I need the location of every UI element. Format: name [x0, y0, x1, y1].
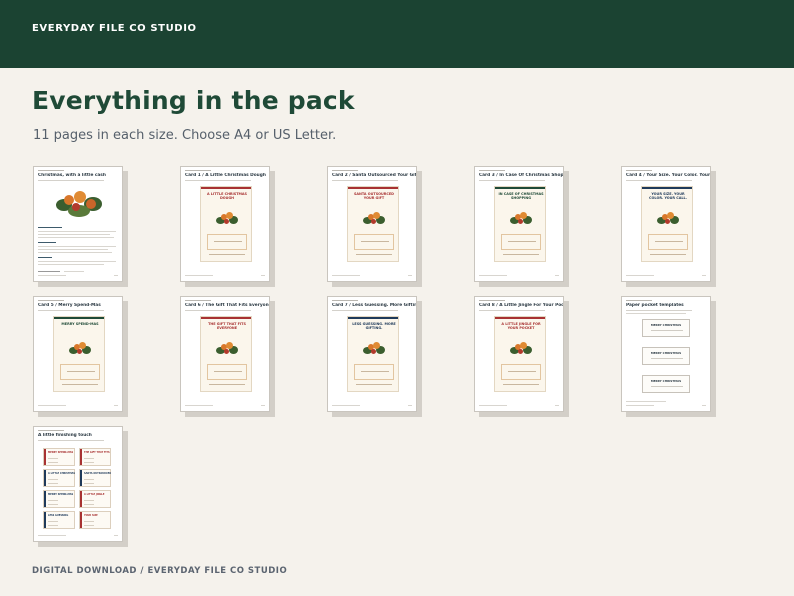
card-preview: SANTA OUTSOURCED YOUR GIFT — [347, 186, 399, 262]
card-preview: YOUR SIZE. YOUR COLOR. YOUR CALL. — [641, 186, 693, 262]
gift-tag: THE GIFT THAT FITS — [79, 448, 111, 466]
gift-tag: YOUR SIZE — [79, 511, 111, 529]
page-subtitle: 11 pages in each size. Choose A4 or US L… — [33, 128, 337, 143]
wreath-illustration — [510, 341, 532, 357]
page-thumbnail-title: Card 8 / A Little Jingle For Your Pocket — [479, 303, 563, 308]
gift-tag: A LITTLE CHRISTMAS DOUGH — [43, 469, 75, 487]
card-message: IN CASE OF CHRISTMAS SHOPPING — [498, 192, 544, 201]
card-preview: IN CASE OF CHRISTMAS SHOPPING — [494, 186, 546, 262]
card-message: A LITTLE CHRISTMAS DOUGH — [207, 192, 247, 201]
pocket-label: MERRY CHRISTMAS — [650, 323, 682, 327]
wreath-illustration — [363, 341, 385, 357]
gift-tag-label: MERRY SPEND-MAS — [48, 493, 74, 496]
card-message: SANTA OUTSOURCED YOUR GIFT — [353, 192, 394, 201]
pocket-label: MERRY CHRISTMAS — [650, 351, 682, 355]
page-thumbnail-card-5: Card 5 / Merry Spend-Mas MERRY SPEND-MAS — [33, 296, 123, 412]
gift-tag-label: A LITTLE JINGLE — [84, 493, 105, 496]
page-thumbnail-title: Paper pocket templates — [626, 303, 684, 308]
gift-tag: A LITTLE JINGLE — [79, 490, 111, 508]
page-thumbnail-title: Card 3 / In Case Of Christmas Shopping — [479, 173, 563, 178]
page-thumbnail-card-3: Card 3 / In Case Of Christmas Shopping I… — [474, 166, 564, 282]
page-thumbnail-card-8: Card 8 / A Little Jingle For Your Pocket… — [474, 296, 564, 412]
pocket-template: MERRY CHRISTMAS — [642, 375, 690, 393]
card-preview: MERRY SPEND-MAS — [53, 316, 105, 392]
card-preview: A LITTLE JINGLE FOR YOUR POCKET — [494, 316, 546, 392]
wreath-illustration — [69, 341, 91, 357]
card-preview: THE GIFT THAT FITS EVERYONE — [200, 316, 252, 392]
gift-tag: LESS GUESSING — [43, 511, 75, 529]
page-thumbnail-title: Card 1 / A Little Christmas Dough — [185, 173, 266, 178]
page-thumbnail-card-4: Card 4 / Your Size. Your Color. Your Cal… — [621, 166, 711, 282]
page-thumbnail-title: Card 7 / Less Guessing. More Gifting. — [332, 303, 416, 308]
wreath-illustration — [657, 211, 679, 227]
page-title: Everything in the pack — [32, 86, 355, 115]
gift-tag-label: A LITTLE CHRISTMAS DOUGH — [48, 472, 75, 475]
wreath-illustration — [510, 211, 532, 227]
footer-credit: DIGITAL DOWNLOAD / EVERYDAY FILE CO STUD… — [32, 566, 288, 576]
page-thumbnail-title: Card 2 / Santa Outsourced Your Gift — [332, 173, 416, 178]
card-message: THE GIFT THAT FITS EVERYONE — [208, 322, 246, 331]
wreath-illustration — [363, 211, 385, 227]
page-thumbnail-pocket-templates: Paper pocket templates MERRY CHRISTMAS M… — [621, 296, 711, 412]
card-preview: LESS GUESSING. MORE GIFTING. — [347, 316, 399, 392]
gift-tag-label: THE GIFT THAT FITS — [84, 451, 110, 454]
gift-tag-label: SANTA OUTSOURCED — [84, 472, 111, 475]
card-message: LESS GUESSING. MORE GIFTING. — [352, 322, 396, 331]
top-banner: EVERYDAY FILE CO STUDIO — [0, 0, 794, 68]
page-thumbnail-gift-tags: A little finishing touch MERRY SPEND-MAS… — [33, 426, 123, 542]
page-thumbnail-title: Christmas, with a little cash — [38, 173, 106, 178]
card-preview: A LITTLE CHRISTMAS DOUGH — [200, 186, 252, 262]
gift-tag-label: LESS GUESSING — [48, 514, 69, 517]
brand-name: EVERYDAY FILE CO STUDIO — [32, 23, 197, 34]
gift-tag: SANTA OUTSOURCED — [79, 469, 111, 487]
page-thumbnail-title: Card 4 / Your Size. Your Color. Your Cal… — [626, 173, 710, 178]
page-thumbnail-title: Card 6 / The Gift That Fits Everyone — [185, 303, 269, 308]
gift-tag-label: MERRY SPEND-MAS — [48, 451, 74, 454]
pocket-template: MERRY CHRISTMAS — [642, 347, 690, 365]
page-thumbnail-card-1: Card 1 / A Little Christmas Dough A LITT… — [180, 166, 270, 282]
pocket-template: MERRY CHRISTMAS — [642, 319, 690, 337]
gift-tag: MERRY SPEND-MAS — [43, 490, 75, 508]
wreath-illustration — [216, 341, 238, 357]
page-thumbnail-title: Card 5 / Merry Spend-Mas — [38, 303, 101, 308]
pocket-label: MERRY CHRISTMAS — [650, 379, 682, 383]
page-thumbnail-card-7: Card 7 / Less Guessing. More Gifting. LE… — [327, 296, 417, 412]
card-message: MERRY SPEND-MAS — [61, 322, 99, 326]
page-thumbnail-card-6: Card 6 / The Gift That Fits Everyone THE… — [180, 296, 270, 412]
page-thumbnail-title: A little finishing touch — [38, 433, 92, 438]
page-thumbnail-intro: Christmas, with a little cash — [33, 166, 123, 282]
wreath-illustration — [216, 211, 238, 227]
gift-tag: MERRY SPEND-MAS — [43, 448, 75, 466]
card-message: A LITTLE JINGLE FOR YOUR POCKET — [501, 322, 541, 331]
page-thumbnail-card-2: Card 2 / Santa Outsourced Your Gift SANT… — [327, 166, 417, 282]
gift-tag-label: YOUR SIZE — [84, 514, 98, 517]
wreath-illustration — [54, 189, 104, 219]
card-message: YOUR SIZE. YOUR COLOR. YOUR CALL. — [649, 192, 687, 201]
